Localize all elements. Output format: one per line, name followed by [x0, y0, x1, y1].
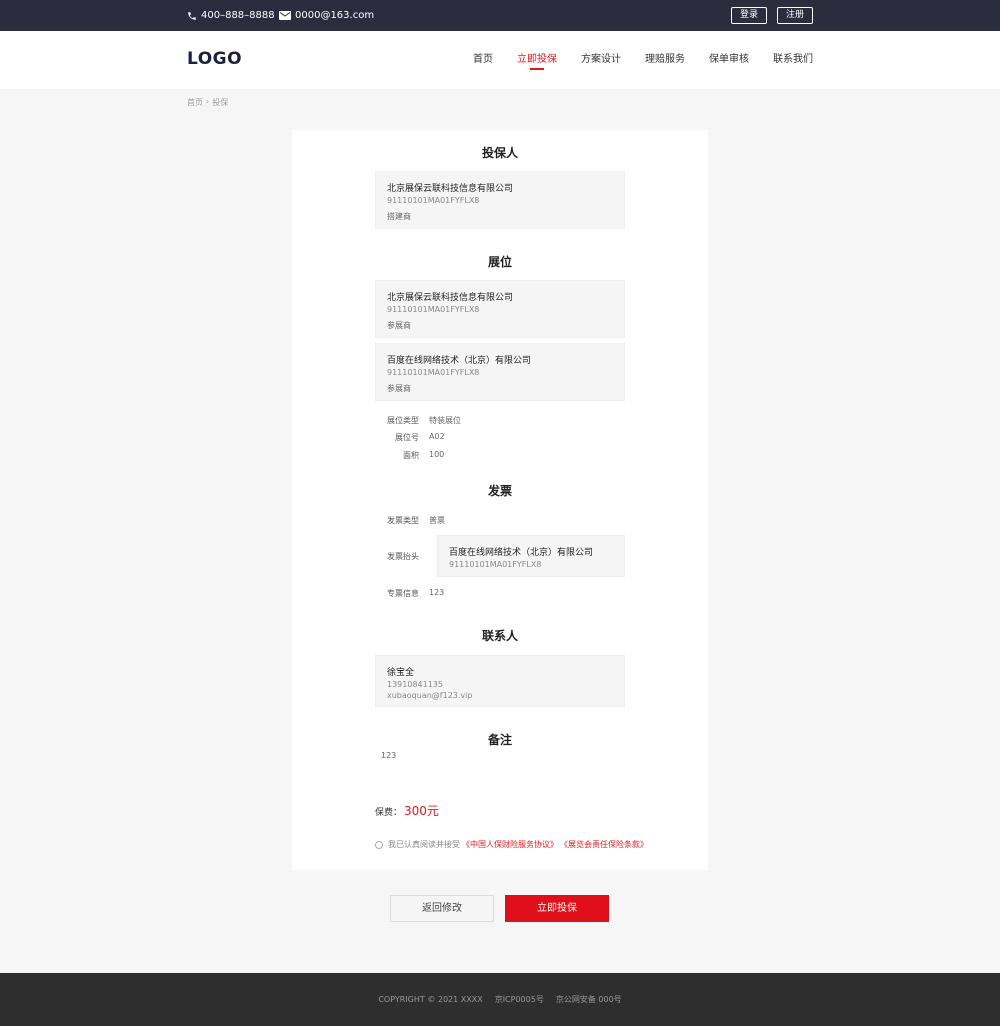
header: LOGO 首页 立即投保 方案设计 理赔服务 保单审核 联系我们 — [0, 31, 1000, 89]
policyholder-box: 北京展保云联科技信息有限公司 91110101MA01FYFLX8 搭建商 — [375, 171, 625, 229]
booth-company-name: 百度在线网络技术（北京）有限公司 — [387, 356, 532, 366]
booth-area-value: 100 — [429, 450, 445, 459]
login-button[interactable]: 登录 — [730, 7, 767, 24]
nav-item-plan[interactable]: 方案设计 — [581, 31, 621, 89]
invoice-header-row: 发票抬头 — [359, 551, 429, 562]
booth-company-role: 参展商 — [387, 384, 411, 393]
register-button[interactable]: 注册 — [776, 7, 813, 24]
footer-copyright: COPYRIGHT © 2021 XXXX — [378, 995, 483, 1004]
booth-company-box: 百度在线网络技术（北京）有限公司 91110101MA01FYFLX8 参展商 — [375, 343, 625, 401]
agreement-link-clause[interactable]: 《展览会责任保险条款》 — [560, 839, 648, 850]
nav-item-contact[interactable]: 联系我们 — [773, 31, 813, 89]
invoice-header-box: 百度在线网络技术（北京）有限公司 91110101MA01FYFLX8 — [437, 535, 625, 577]
remark-title: 备注 — [487, 733, 512, 747]
fee-row: 保费： 300元 — [375, 802, 439, 819]
invoice-header-name: 百度在线网络技术（北京）有限公司 — [449, 548, 594, 558]
booth-number-row: 展位号 A02 — [359, 432, 445, 443]
back-edit-button[interactable]: 返回修改 — [390, 895, 494, 922]
policyholder-name: 北京展保云联科技信息有限公司 — [387, 184, 514, 194]
phone-number: 400–888–8888 — [201, 10, 275, 21]
invoice-header-label: 发票抬头 — [387, 552, 419, 561]
nav-item-home[interactable]: 首页 — [473, 31, 493, 89]
contact-phone: 13910841135 — [387, 680, 443, 689]
invoice-header-code: 91110101MA01FYFLX8 — [449, 560, 542, 569]
submit-insure-button[interactable]: 立即投保 — [505, 895, 609, 922]
agreement-link-service[interactable]: 《中国人保财险服务协议》 — [462, 839, 558, 850]
booth-company-name: 北京展保云联科技信息有限公司 — [387, 293, 514, 303]
invoice-type-label: 发票类型 — [387, 516, 419, 525]
invoice-special-value: 123 — [429, 588, 445, 597]
booth-area-row: 面积 100 — [359, 450, 444, 461]
nav-item-review[interactable]: 保单审核 — [709, 31, 749, 89]
breadcrumb-home[interactable]: 首页 — [187, 97, 203, 108]
contact-email: xubaoquan@f123.vip — [387, 691, 473, 700]
email-address: 0000@163.com — [295, 10, 375, 21]
footer-icp[interactable]: 京ICP0005号 — [495, 994, 544, 1005]
auth-buttons: 登录 注册 — [730, 7, 813, 24]
policyholder-title: 投保人 — [481, 146, 518, 160]
contact-box: 徐宝全 13910841135 xubaoquan@f123.vip — [375, 655, 625, 707]
booth-company-role: 参展商 — [387, 321, 411, 330]
confirm-card: 投保人 北京展保云联科技信息有限公司 91110101MA01FYFLX8 搭建… — [292, 130, 708, 870]
booth-type-row: 展位类型 特装展位 — [359, 415, 461, 426]
agreement-row: 我已认真阅读并接受 《中国人保财险服务协议》 《展览会责任保险条款》 — [375, 839, 648, 850]
agreement-text: 我已认真阅读并接受 — [388, 840, 460, 849]
footer: COPYRIGHT © 2021 XXXX 京ICP0005号 京公网安备 00… — [0, 973, 1000, 1026]
top-bar: 400–888–8888 0000@163.com 登录 注册 — [0, 0, 1000, 31]
breadcrumb: 首页 › 投保 — [187, 97, 228, 108]
remark-value: 123 — [381, 751, 397, 760]
booth-title: 展位 — [487, 255, 512, 269]
phone-icon — [188, 11, 196, 20]
booth-company-box: 北京展保云联科技信息有限公司 91110101MA01FYFLX8 参展商 — [375, 280, 625, 338]
contact-title: 联系人 — [481, 629, 518, 643]
policyholder-role: 搭建商 — [387, 212, 411, 221]
agreement-radio[interactable] — [375, 840, 383, 849]
breadcrumb-current: 投保 — [212, 98, 229, 107]
booth-number-label: 展位号 — [395, 433, 419, 442]
logo[interactable]: LOGO — [187, 49, 242, 69]
action-buttons: 返回修改 立即投保 — [390, 895, 609, 922]
booth-type-value: 特装展位 — [429, 416, 461, 425]
footer-police[interactable]: 京公网安备 000号 — [556, 994, 622, 1005]
remark-row: 123 — [381, 751, 396, 760]
invoice-special-row: 专票信息 123 — [359, 588, 444, 599]
policyholder-code: 91110101MA01FYFLX8 — [387, 196, 480, 205]
email-contact: 0000@163.com — [279, 0, 374, 31]
invoice-title: 发票 — [487, 484, 512, 498]
mail-icon — [279, 11, 291, 20]
contact-name: 徐宝全 — [387, 668, 415, 678]
booth-company-code: 91110101MA01FYFLX8 — [387, 368, 480, 377]
booth-area-label: 面积 — [403, 451, 419, 460]
fee-label: 保费： — [375, 808, 403, 818]
booth-number-value: A02 — [429, 432, 445, 441]
invoice-special-label: 专票信息 — [387, 589, 419, 598]
breadcrumb-separator: › — [206, 97, 210, 106]
invoice-type-value: 普票 — [429, 516, 445, 525]
fee-amount: 300元 — [404, 804, 439, 818]
phone-contact: 400–888–8888 — [187, 0, 275, 31]
invoice-type-row: 发票类型 普票 — [359, 515, 445, 526]
nav-item-claims[interactable]: 理赔服务 — [645, 31, 685, 89]
booth-type-label: 展位类型 — [387, 416, 419, 425]
nav-item-insure[interactable]: 立即投保 — [517, 31, 557, 89]
booth-company-code: 91110101MA01FYFLX8 — [387, 305, 480, 314]
main-nav: 首页 立即投保 方案设计 理赔服务 保单审核 联系我们 — [473, 31, 813, 89]
